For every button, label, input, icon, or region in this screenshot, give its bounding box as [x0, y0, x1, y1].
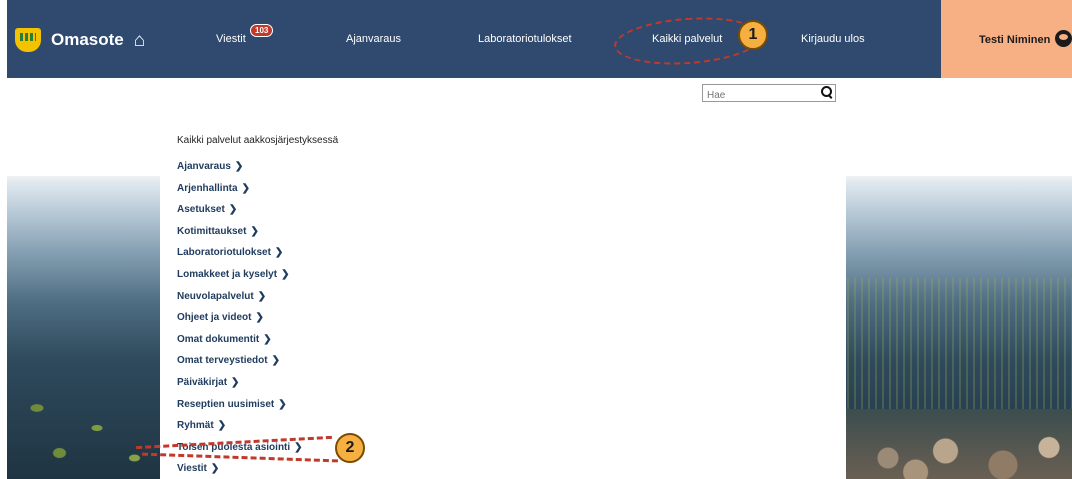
service-label: Asetukset [177, 204, 225, 216]
service-label: Ajanvaraus [177, 161, 231, 172]
service-link-viestit[interactable]: Viestit ❯ [177, 463, 303, 479]
chevron-right-icon: ❯ [274, 247, 284, 259]
chevron-right-icon: ❯ [281, 268, 290, 280]
chevron-right-icon: ❯ [228, 204, 238, 216]
service-label: Päiväkirjat [177, 376, 228, 388]
service-link-lomakkeet[interactable]: Lomakkeet ja kyselyt ❯ [177, 269, 303, 291]
service-link-neuvolapalvelut[interactable]: Neuvolapalvelut ❯ [177, 291, 303, 313]
user-name: Testi Niminen [979, 34, 1051, 46]
nav-kirjaudu-ulos[interactable]: Kirjaudu ulos [801, 33, 865, 45]
service-label: Omat terveystiedot [177, 355, 268, 367]
service-label: Laboratoriotulokset [177, 247, 271, 259]
service-link-omat-terveystiedot[interactable]: Omat terveystiedot ❯ [177, 355, 303, 377]
service-label: Viestit [177, 463, 207, 475]
service-label: Arjenhallinta [177, 182, 238, 194]
service-label: Lomakkeet ja kyselyt [177, 268, 278, 280]
service-link-omat-dokumentit[interactable]: Omat dokumentit ❯ [177, 334, 303, 356]
chevron-right-icon: ❯ [217, 420, 227, 432]
service-link-arjenhallinta[interactable]: Arjenhallinta ❯ [177, 183, 303, 205]
search-input[interactable] [703, 87, 813, 104]
chevron-right-icon: ❯ [278, 398, 287, 410]
service-link-kotimittaukset[interactable]: Kotimittaukset ❯ [177, 226, 303, 248]
annotation-marker-2: 2 [335, 433, 365, 463]
chevron-right-icon: ❯ [255, 312, 264, 324]
service-label: Kotimittaukset [177, 225, 247, 237]
page-title: Kaikki palvelut aakkosjärjestyksessä [177, 135, 339, 146]
service-label: Reseptien uusimiset [177, 398, 275, 410]
service-label: Omat dokumentit [177, 333, 260, 345]
service-list: Ajanvaraus ❯ Arjenhallinta ❯ Asetukset ❯ Ko… [177, 161, 303, 479]
nav-laboratoriotulokset-label: Laboratoriotulokset [478, 33, 572, 45]
search-icon[interactable] [821, 86, 832, 97]
nav-laboratoriotulokset[interactable]: Laboratoriotulokset [478, 33, 572, 45]
chevron-right-icon: ❯ [257, 290, 267, 302]
rocks [842, 409, 1072, 479]
service-link-ajanvaraus[interactable]: Ajanvaraus ❯ [177, 161, 303, 183]
unread-count-badge: 103 [250, 24, 274, 37]
nav-kirjaudu-ulos-label: Kirjaudu ulos [801, 33, 865, 45]
service-link-laboratoriotulokset[interactable]: Laboratoriotulokset ❯ [177, 247, 303, 269]
search-box [702, 84, 836, 104]
brand[interactable]: Omasote ⌂ [15, 28, 145, 52]
crest-logo [15, 28, 41, 52]
service-label: Neuvolapalvelut [177, 290, 254, 302]
chevron-right-icon: ❯ [210, 463, 220, 475]
chevron-right-icon: ❯ [250, 225, 259, 237]
service-link-asetukset[interactable]: Asetukset ❯ [177, 204, 303, 226]
nav-viestit[interactable]: Viestit 103 [216, 24, 274, 45]
nav-ajanvaraus-label: Ajanvaraus [346, 33, 402, 45]
chevron-right-icon: ❯ [231, 376, 240, 388]
top-navigation-bar: Omasote ⌂ Viestit 103 Ajanvaraus Laborat… [7, 0, 1072, 78]
nav-viestit-label: Viestit [216, 33, 246, 45]
water-lilies [7, 378, 157, 478]
service-label: Ryhmät [177, 420, 214, 432]
user-menu[interactable]: Testi Niminen [941, 0, 1072, 78]
chevron-right-icon: ❯ [271, 355, 280, 367]
service-label: Ohjeet ja videot [177, 312, 252, 324]
chevron-right-icon: ❯ [263, 333, 272, 345]
chevron-right-icon: ❯ [234, 161, 244, 172]
service-link-reseptien-uusimiset[interactable]: Reseptien uusimiset ❯ [177, 399, 303, 421]
annotation-marker-1: 1 [738, 20, 768, 50]
brand-name: Omasote [51, 30, 124, 49]
chevron-right-icon: ❯ [294, 441, 303, 453]
nav-ajanvaraus[interactable]: Ajanvaraus [346, 33, 401, 45]
services-panel: Kaikki palvelut aakkosjärjestyksessä Aja… [160, 108, 846, 479]
home-icon[interactable]: ⌂ [134, 31, 145, 50]
service-link-ohjeet[interactable]: Ohjeet ja videot ❯ [177, 312, 303, 334]
service-link-paivakirjat[interactable]: Päiväkirjat ❯ [177, 377, 303, 399]
user-avatar-icon [1055, 30, 1072, 47]
chevron-right-icon: ❯ [241, 182, 250, 194]
